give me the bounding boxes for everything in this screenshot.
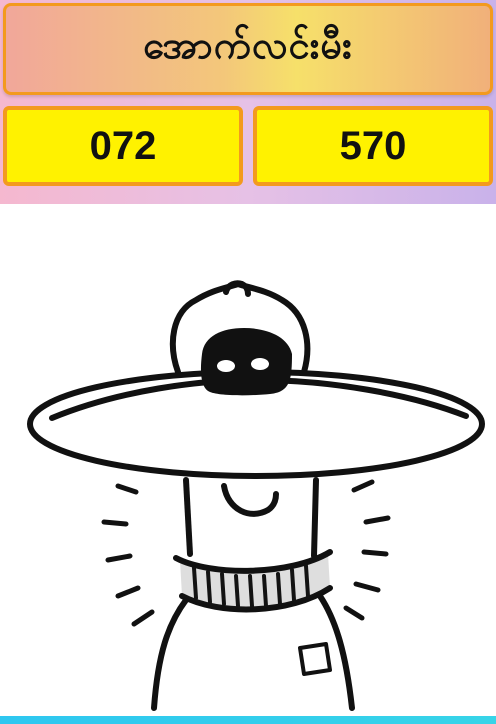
cartoon-illustration <box>27 280 485 711</box>
right-eye-icon <box>251 358 269 370</box>
glow-lines-left <box>101 483 155 627</box>
face-column-right <box>311 477 319 559</box>
smile <box>221 483 279 517</box>
face-column <box>183 477 193 557</box>
hat-tip <box>223 280 251 297</box>
body-badge <box>298 642 332 676</box>
header-panel: အောက်လင်းမီး 072 570 <box>0 0 496 204</box>
face-visor <box>200 328 292 396</box>
bottom-bar <box>0 716 496 724</box>
page-title: အောက်လင်းမီး <box>143 23 353 67</box>
body-right <box>317 593 355 711</box>
number-right: 570 <box>339 123 407 168</box>
title-box: အောက်လင်းမီး <box>3 3 493 95</box>
number-box-left: 072 <box>3 106 243 186</box>
left-eye-icon <box>217 360 235 372</box>
number-box-right: 570 <box>253 106 493 186</box>
number-left: 072 <box>89 123 157 168</box>
glow-lines-right <box>343 479 391 621</box>
body-left <box>151 597 189 711</box>
